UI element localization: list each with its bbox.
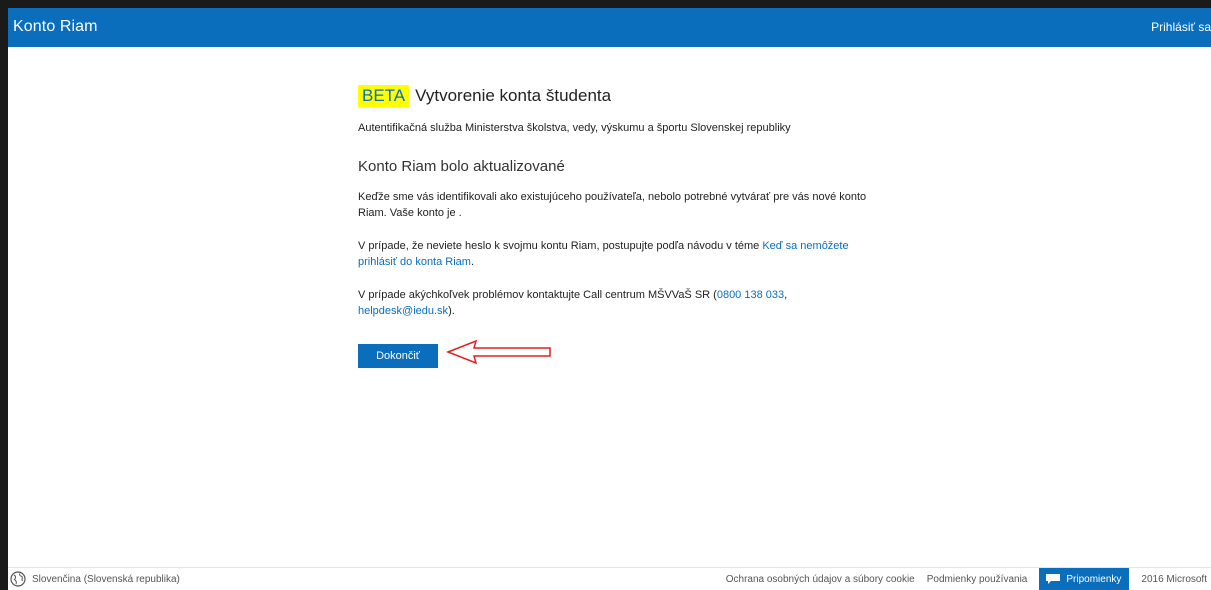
feedback-label: Pripomienky: [1066, 573, 1122, 585]
language-label: Slovenčina (Slovenská republika): [32, 573, 180, 585]
info-paragraph: Keďže sme vás identifikovali ako existuj…: [358, 191, 867, 219]
top-bar: Konto Riam Prihlásiť sa: [8, 8, 1211, 47]
terms-link[interactable]: Podmienky používania: [927, 574, 1028, 585]
service-subtitle: Autentifikačná služba Ministerstva škols…: [358, 122, 791, 134]
page-title: BETA Vytvorenie konta študenta: [358, 84, 878, 108]
footer-links: Ochrana osobných údajov a súbory cookie …: [714, 568, 1211, 590]
phone-link[interactable]: 0800 138 033: [717, 289, 784, 301]
globe-icon: [10, 571, 26, 587]
contact-text: V prípade akýchkoľvek problémov kontaktu…: [358, 289, 717, 301]
contact-paragraph: V prípade akýchkoľvek problémov kontaktu…: [358, 287, 878, 319]
contact-separator: ,: [784, 289, 788, 301]
language-selector[interactable]: Slovenčina (Slovenská republika): [10, 571, 180, 587]
password-help-end: .: [470, 256, 475, 268]
beta-badge: BETA: [358, 85, 410, 107]
signin-link[interactable]: Prihlásiť sa: [1151, 20, 1211, 34]
helpdesk-email-link[interactable]: helpdesk@iedu.sk: [358, 305, 448, 317]
privacy-link[interactable]: Ochrana osobných údajov a súbory cookie: [726, 574, 915, 585]
feedback-button[interactable]: Pripomienky: [1039, 568, 1130, 590]
arrow-left-icon: [446, 339, 551, 365]
copyright: 2016 Microsoft: [1141, 573, 1207, 585]
page-frame: Konto Riam Prihlásiť sa BETA Vytvorenie …: [0, 0, 1211, 590]
section-title: Konto Riam bolo aktualizované: [358, 158, 565, 175]
page-title-text: Vytvorenie konta študenta: [415, 86, 612, 105]
contact-end: ).: [448, 305, 455, 317]
main-content: BETA Vytvorenie konta študenta Autentifi…: [358, 84, 878, 368]
footer: Slovenčina (Slovenská republika) Ochrana…: [8, 567, 1211, 590]
brand-title: Konto Riam: [13, 18, 98, 35]
password-help-paragraph: V prípade, že neviete heslo k svojmu kon…: [358, 238, 878, 270]
password-help-text: V prípade, že neviete heslo k svojmu kon…: [358, 240, 763, 252]
finish-button[interactable]: Dokončiť: [358, 344, 438, 368]
speech-bubble-icon: [1046, 574, 1061, 584]
